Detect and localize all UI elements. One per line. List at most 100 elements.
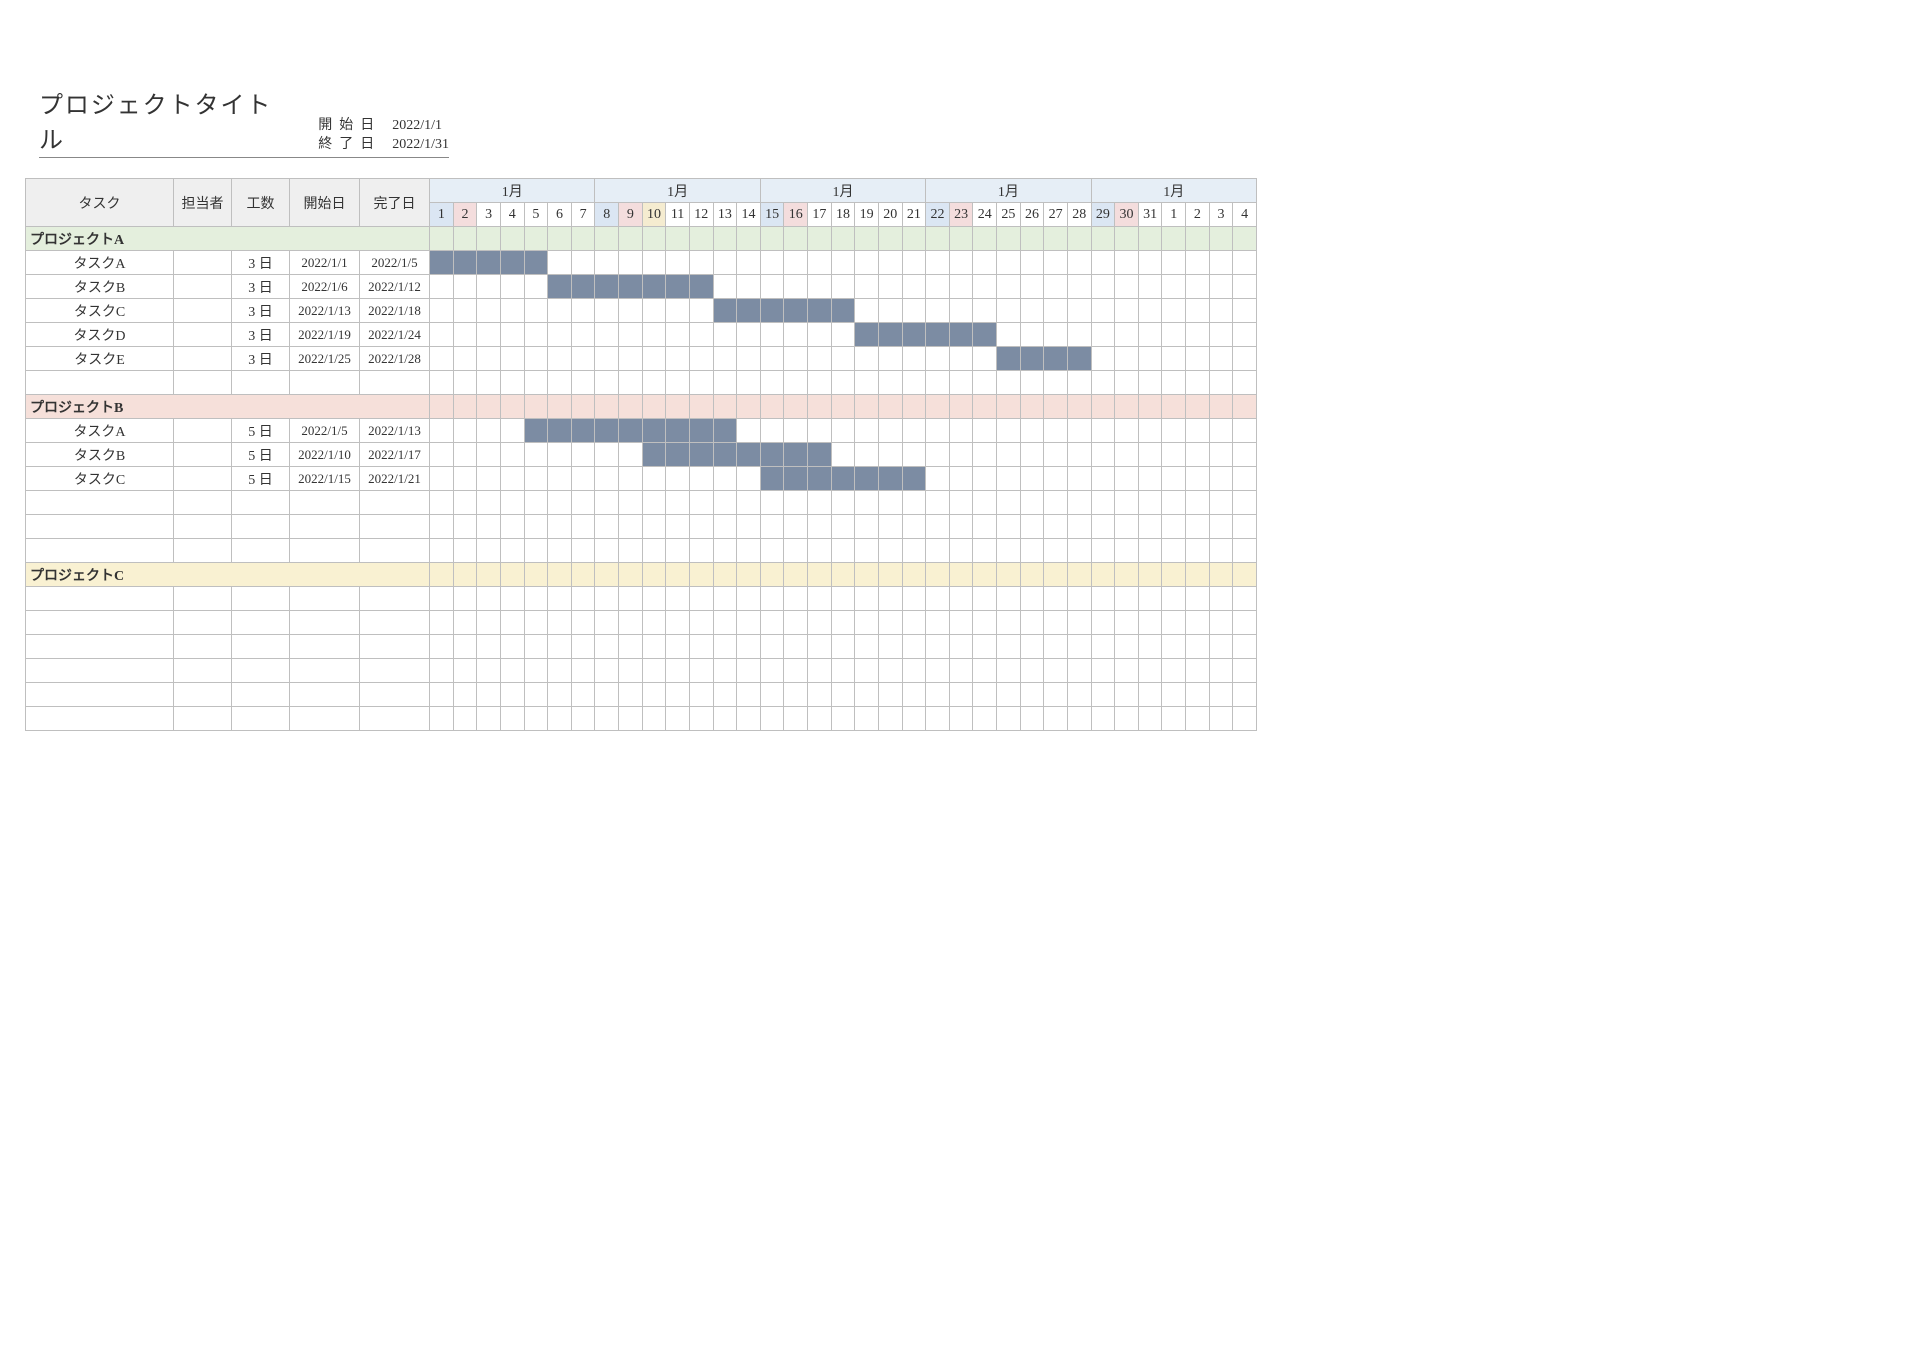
day-cell [1233, 683, 1257, 707]
day-cell [949, 299, 973, 323]
day-cell [760, 587, 784, 611]
day-cell [548, 707, 572, 731]
day-cell [619, 635, 643, 659]
day-cell [808, 371, 832, 395]
day-cell [619, 539, 643, 563]
day-cell [1209, 347, 1233, 371]
day-cell [619, 347, 643, 371]
day-cell [973, 587, 997, 611]
day-header: 19 [855, 203, 879, 227]
day-cell [878, 347, 902, 371]
day-cell [548, 587, 572, 611]
day-cell [1233, 515, 1257, 539]
day-cell [477, 275, 501, 299]
day-cell [453, 611, 477, 635]
gantt-bar-cell [855, 467, 879, 491]
day-header: 10 [642, 203, 666, 227]
day-cell [902, 539, 926, 563]
day-cell [831, 635, 855, 659]
day-cell [1091, 347, 1115, 371]
day-cell [997, 539, 1021, 563]
day-cell [1186, 707, 1210, 731]
task-assignee [174, 251, 232, 275]
gantt-bar-cell [524, 419, 548, 443]
day-cell [524, 323, 548, 347]
day-cell [808, 347, 832, 371]
day-cell [430, 539, 454, 563]
day-cell [1209, 251, 1233, 275]
day-cell [1138, 563, 1162, 587]
task-row: タスクB5 日2022/1/102022/1/17 [26, 443, 1257, 467]
day-cell [477, 611, 501, 635]
day-cell [997, 563, 1021, 587]
day-cell [997, 707, 1021, 731]
day-cell [619, 515, 643, 539]
day-cell [453, 659, 477, 683]
day-cell [430, 347, 454, 371]
day-cell [1233, 419, 1257, 443]
day-cell [453, 515, 477, 539]
day-cell [1186, 299, 1210, 323]
day-cell [689, 611, 713, 635]
day-cell [1067, 395, 1091, 419]
day-cell [831, 275, 855, 299]
day-cell [571, 227, 595, 251]
day-cell [855, 683, 879, 707]
day-cell [855, 539, 879, 563]
day-cell [1091, 227, 1115, 251]
day-header: 3 [1209, 203, 1233, 227]
blank-row [26, 539, 1257, 563]
gantt-bar-cell [524, 251, 548, 275]
blank-row [26, 611, 1257, 635]
day-cell [1186, 515, 1210, 539]
day-cell [1186, 587, 1210, 611]
day-cell [737, 539, 761, 563]
day-cell [548, 563, 572, 587]
day-header: 11 [666, 203, 690, 227]
day-cell [1138, 443, 1162, 467]
day-cell [477, 707, 501, 731]
day-cell [689, 323, 713, 347]
end-date-value: 2022/1/31 [392, 136, 449, 155]
day-cell [1233, 611, 1257, 635]
day-cell [524, 467, 548, 491]
day-cell [713, 467, 737, 491]
day-cell [1186, 371, 1210, 395]
day-cell [689, 251, 713, 275]
day-cell [595, 563, 619, 587]
day-cell [784, 227, 808, 251]
day-cell [713, 227, 737, 251]
gantt-bar-cell [760, 467, 784, 491]
day-cell [595, 611, 619, 635]
day-cell [477, 347, 501, 371]
day-cell [477, 683, 501, 707]
day-cell [808, 635, 832, 659]
gantt-bar-cell [997, 347, 1021, 371]
day-cell [808, 683, 832, 707]
day-cell [713, 251, 737, 275]
day-cell [524, 635, 548, 659]
col-effort-header: 工数 [232, 179, 290, 227]
task-effort: 3 日 [232, 323, 290, 347]
day-cell [1115, 443, 1139, 467]
day-cell [477, 443, 501, 467]
gantt-bar-cell [430, 251, 454, 275]
day-cell [713, 371, 737, 395]
day-cell [855, 635, 879, 659]
day-cell [855, 659, 879, 683]
blank-row [26, 683, 1257, 707]
day-header: 2 [1186, 203, 1210, 227]
day-cell [997, 611, 1021, 635]
day-cell [666, 515, 690, 539]
day-cell [737, 563, 761, 587]
day-cell [595, 515, 619, 539]
day-cell [595, 659, 619, 683]
day-cell [855, 419, 879, 443]
day-cell [1186, 347, 1210, 371]
day-cell [949, 683, 973, 707]
day-cell [878, 515, 902, 539]
day-cell [1115, 467, 1139, 491]
day-cell [997, 275, 1021, 299]
gantt-bar-cell [595, 275, 619, 299]
task-start: 2022/1/19 [290, 323, 360, 347]
